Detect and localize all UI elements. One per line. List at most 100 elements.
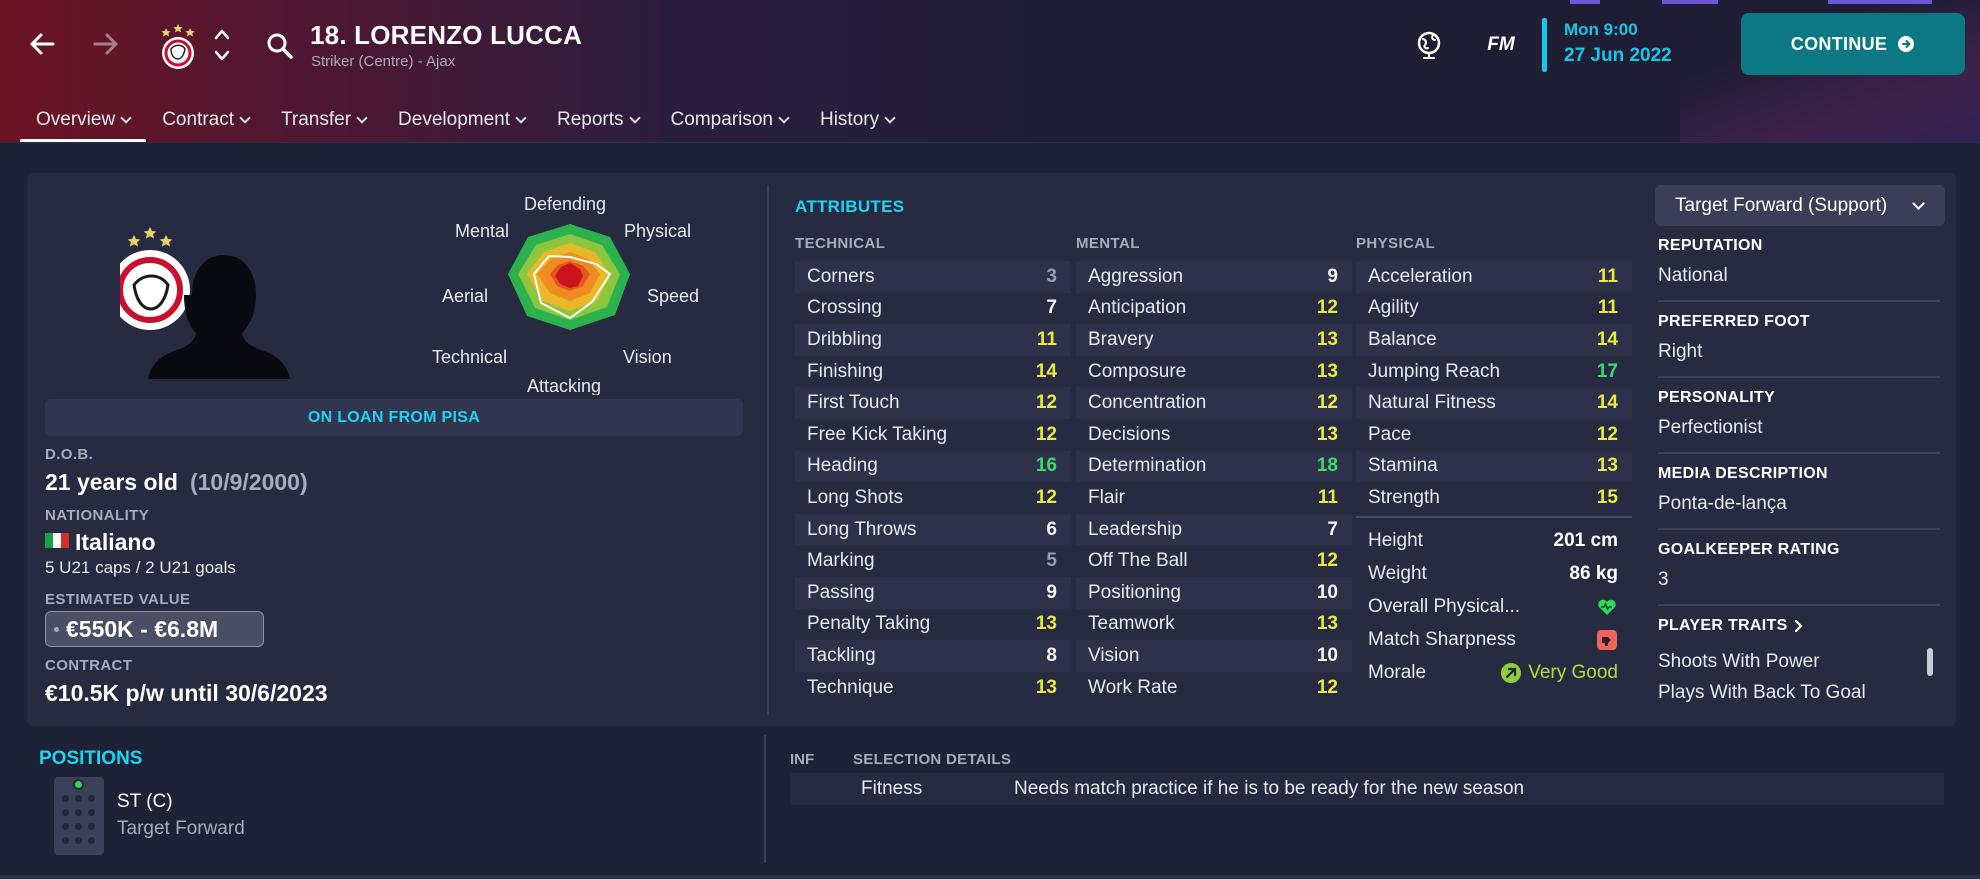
traits-scrollbar[interactable] [1927,648,1933,676]
attribute-row-teamwork[interactable]: Teamwork 13 [1076,609,1352,641]
attribute-row-leadership[interactable]: Leadership 7 [1076,513,1352,546]
attribute-row-bravery[interactable]: Bravery 13 [1076,324,1352,356]
back-arrow-icon[interactable] [22,24,62,64]
tab-reports[interactable]: Reports [541,100,655,140]
profile-tabs: Overview Contract Transfer Development R… [20,100,910,142]
continue-button[interactable]: CONTINUE [1741,13,1965,75]
attribute-row-marking[interactable]: Marking 5 [795,545,1071,577]
tab-transfer[interactable]: Transfer [265,100,382,140]
attribute-row-aggression[interactable]: Aggression 9 [1076,261,1352,293]
attribute-row-finishing[interactable]: Finishing 14 [795,356,1071,388]
attribute-value: 10 [1316,644,1338,666]
attribute-name: Leadership [1088,518,1183,540]
attribute-row-stamina[interactable]: Stamina 13 [1356,450,1632,483]
attribute-row-vision[interactable]: Vision 10 [1076,640,1352,672]
attribute-row-jumping-reach[interactable]: Jumping Reach 17 [1356,356,1632,388]
attribute-row-passing[interactable]: Passing 9 [795,576,1071,609]
attribute-row-corners[interactable]: Corners 3 [795,261,1071,293]
attribute-value: 14 [1596,392,1618,414]
positions-title: POSITIONS [39,748,143,769]
personality-label: PERSONALITY [1658,389,1776,406]
tab-overview[interactable]: Overview [20,100,147,142]
attribute-row-pace[interactable]: Pace 12 [1356,419,1632,451]
attribute-value: 8 [1046,644,1057,666]
attribute-name: Decisions [1088,423,1171,445]
attribute-value: 11 [1597,265,1618,287]
club-logo-icon[interactable] [156,22,200,70]
attribute-value: 15 [1596,486,1618,508]
fm-menu-button[interactable]: FM [1478,28,1524,62]
attribute-row-positioning[interactable]: Positioning 10 [1076,576,1352,609]
attribute-row-dribbling[interactable]: Dribbling 11 [795,324,1071,356]
morale-label: Morale [1368,662,1427,683]
attribute-row-agility[interactable]: Agility 11 [1356,293,1632,325]
tab-history[interactable]: History [804,100,910,140]
weight-label: Weight [1368,563,1427,584]
goalkeeper-rating-value: 3 [1658,569,1669,590]
tab-comparison[interactable]: Comparison [655,100,804,140]
radar-label-aerial: Aerial [442,286,489,306]
attribute-row-technique[interactable]: Technique 13 [795,672,1071,704]
forward-arrow-icon[interactable] [86,24,126,64]
attribute-row-acceleration[interactable]: Acceleration 11 [1356,261,1632,293]
attribute-row-decisions[interactable]: Decisions 13 [1076,419,1352,451]
attribute-row-concentration[interactable]: Concentration 12 [1076,387,1352,419]
player-cycle-chevrons-icon[interactable] [210,24,234,66]
attribute-row-strength[interactable]: Strength 15 [1356,482,1632,514]
attribute-row-natural-fitness[interactable]: Natural Fitness 14 [1356,387,1632,419]
attribute-name: Pace [1368,423,1412,445]
role-dropdown[interactable]: Target Forward (Support) [1655,185,1945,226]
height-label: Height [1368,530,1423,551]
attribute-name: Anticipation [1088,297,1187,319]
attribute-row-penalty-taking[interactable]: Penalty Taking 13 [795,609,1071,641]
attribute-row-long-throws[interactable]: Long Throws 6 [795,513,1071,546]
globe-icon[interactable] [1410,26,1448,64]
attribute-value: 12 [1035,423,1057,445]
estimated-value-pill[interactable]: €550K - €6.8M [45,611,264,647]
loan-status-banner: ON LOAN FROM PISA [45,399,743,436]
attribute-row-determination[interactable]: Determination 18 [1076,450,1352,483]
game-date: 27 Jun 2022 [1564,45,1672,66]
attribute-value: 12 [1035,486,1057,508]
player-traits-link[interactable]: PLAYER TRAITS [1658,617,1804,635]
radar-label-attacking: Attacking [527,376,602,395]
attribute-row-free-kick-taking[interactable]: Free Kick Taking 12 [795,419,1071,451]
technical-heading: TECHNICAL [795,235,886,252]
chevron-down-icon [1912,196,1925,210]
radar-label-physical: Physical [624,221,692,241]
attribute-value: 12 [1316,297,1338,319]
attribute-row-first-touch[interactable]: First Touch 12 [795,387,1071,419]
morale-row[interactable]: Morale Very Good [1356,657,1632,689]
attribute-row-long-shots[interactable]: Long Shots 12 [795,482,1071,514]
attribute-name: Jumping Reach [1368,360,1501,382]
attributes-title: ATTRIBUTES [795,197,905,216]
attribute-name: Bravery [1088,328,1154,350]
age-text: 21 years old [45,469,178,495]
nationality-label: NATIONALITY [45,507,150,524]
attribute-row-composure[interactable]: Composure 13 [1076,356,1352,388]
dob-value: 21 years old (10/9/2000) [45,469,308,496]
divider [1658,376,1940,378]
attribute-row-crossing[interactable]: Crossing 7 [795,293,1071,325]
attribute-row-flair[interactable]: Flair 11 [1076,482,1352,514]
search-icon[interactable] [262,28,298,64]
match-sharpness-row[interactable]: Match Sharpness [1356,624,1632,656]
player-traits-label: PLAYER TRAITS [1658,617,1788,634]
attribute-row-heading[interactable]: Heading 16 [795,450,1071,483]
attribute-row-tackling[interactable]: Tackling 8 [795,640,1071,672]
attribute-row-work-rate[interactable]: Work Rate 12 [1076,672,1352,704]
overall-physical-row[interactable]: Overall Physical... [1356,591,1632,623]
nationality-value[interactable]: Italiano [45,529,156,556]
inf-column-header: INF [790,751,815,768]
radar-label-technical: Technical [432,347,508,367]
attribute-row-off-the-ball[interactable]: Off The Ball 12 [1076,545,1352,577]
height-row: Height 201 cm [1356,525,1632,557]
tab-contract[interactable]: Contract [146,100,265,140]
date-accent-bar [1542,18,1547,72]
tab-development[interactable]: Development [382,100,541,140]
attribute-name: Concentration [1088,392,1207,414]
header-bar: 18. LORENZO LUCCA Striker (Centre) - Aja… [0,0,1980,143]
attribute-name: Crossing [807,297,882,319]
attribute-row-balance[interactable]: Balance 14 [1356,324,1632,356]
attribute-row-anticipation[interactable]: Anticipation 12 [1076,293,1352,325]
